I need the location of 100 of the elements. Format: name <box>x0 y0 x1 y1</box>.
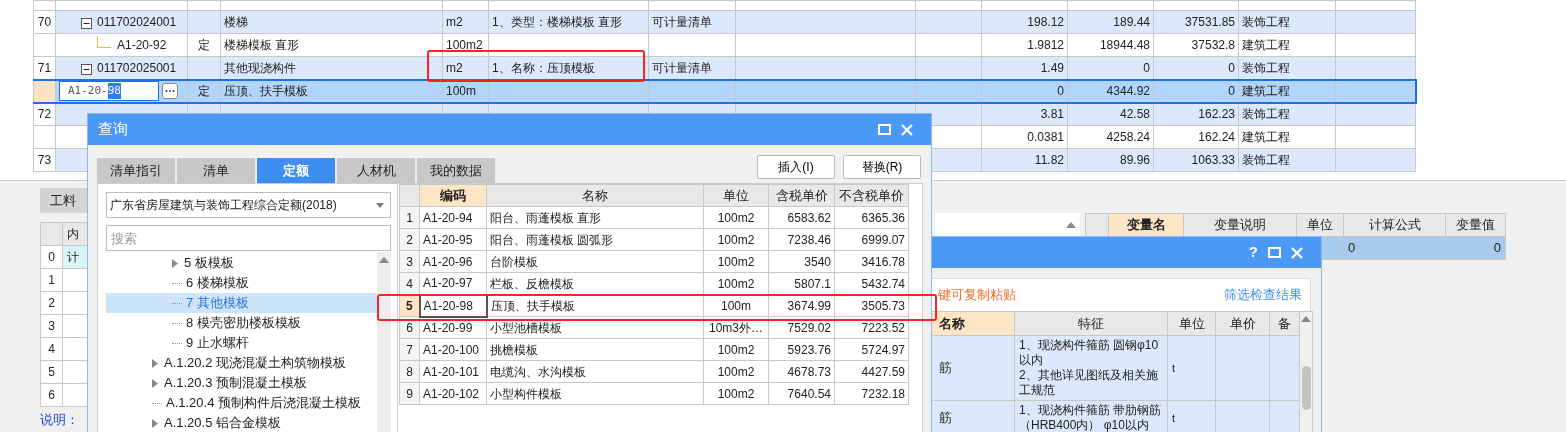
table-cell: 7223.52 <box>834 316 909 339</box>
table-cell: A1-20-96 <box>419 250 487 273</box>
maximize-icon[interactable] <box>878 124 891 135</box>
feature-text: 1、现浇构件箍筋 圆钢φ10以内 <box>1019 338 1160 368</box>
row-number: 6 <box>40 383 63 407</box>
maximize-icon[interactable] <box>1268 247 1281 258</box>
row-number: 3 <box>40 314 63 338</box>
column-header: 特征 <box>1014 311 1168 336</box>
table-cell: 100m2 <box>703 250 769 273</box>
table-cell: 100m2 <box>703 382 769 405</box>
table-cell: 7640.54 <box>768 382 835 405</box>
row-number: 4 <box>399 272 420 295</box>
table-cell: 挑檐模板 <box>486 338 704 361</box>
row-number: 9 <box>399 382 420 405</box>
table-cell: 1、类型：楼梯模板 直形 <box>488 10 649 34</box>
table-cell: 4427.59 <box>834 360 909 383</box>
action-button[interactable]: 插入(I) <box>757 155 835 179</box>
table-cell: 5724.97 <box>834 338 909 361</box>
row-number: 71 <box>33 56 56 80</box>
filter-link[interactable]: 筛选检查结果 <box>1224 285 1302 305</box>
tree-item[interactable]: 6 楼梯模板 <box>186 273 249 293</box>
type-cell: 定 <box>187 79 221 103</box>
scrollbar-thumb[interactable] <box>1301 366 1311 410</box>
row-number: 0 <box>40 245 63 269</box>
column-header: 名称 <box>486 184 704 207</box>
tree-item[interactable]: 5 板模板 <box>184 253 234 273</box>
table-cell: 100m2 <box>703 206 769 229</box>
row-number: 72 <box>33 102 56 126</box>
table-cell: t <box>1167 335 1216 401</box>
table-cell: A1-20-100 <box>419 338 487 361</box>
close-icon[interactable] <box>901 123 913 136</box>
column-header: 计算公式 <box>1343 213 1446 237</box>
row-number: 3 <box>399 250 420 273</box>
expand-icon[interactable] <box>152 378 158 388</box>
code-text: 011702024001 <box>97 15 177 29</box>
expand-icon[interactable] <box>152 418 158 428</box>
table-cell: 4678.73 <box>768 360 835 383</box>
table-cell: 7232.18 <box>834 382 909 405</box>
column-header: 单价 <box>1215 311 1270 336</box>
window-title: 查询 <box>98 119 128 140</box>
table-cell: 7529.02 <box>768 316 835 339</box>
column-header: 变量说明 <box>1183 213 1297 237</box>
table-cell: 100m2 <box>703 338 769 361</box>
scroll-up-icon <box>1301 316 1311 322</box>
table-cell: 6365.36 <box>834 206 909 229</box>
table-cell: A1-20-94 <box>419 206 487 229</box>
table-cell: A1-20-102 <box>419 382 487 405</box>
input-field[interactable]: A1-20-98 <box>59 81 159 101</box>
feature-text: 2、其他详见图纸及相关施工规范 <box>1019 368 1159 398</box>
table-cell: 楼梯模板 直形 <box>220 33 443 57</box>
tab[interactable]: 清单指引 <box>97 158 175 183</box>
more-button[interactable] <box>162 83 178 99</box>
row-number: 2 <box>40 291 63 315</box>
action-button[interactable]: 替换(R) <box>843 155 921 179</box>
table-cell: 0 <box>981 79 1068 103</box>
expand-icon[interactable] <box>152 358 158 368</box>
table-cell: t <box>1167 400 1216 432</box>
table-cell: 其他现浇构件 <box>220 56 443 80</box>
tab[interactable]: 我的数据 <box>417 158 495 183</box>
tree-item[interactable]: A.1.20.4 预制构件后浇混凝土模板 <box>166 393 362 413</box>
table-cell: 电缆沟、水沟模板 <box>486 360 704 383</box>
caret-icon <box>376 202 384 208</box>
library-select[interactable]: 广东省房屋建筑与装饰工程综合定额(2018) <box>106 192 391 218</box>
table-cell: 台阶模板 <box>486 250 704 273</box>
tab[interactable]: 人材机 <box>337 158 415 183</box>
table-cell: 100m2 <box>703 360 769 383</box>
row-number: 8 <box>399 360 420 383</box>
table-cell: 6999.07 <box>834 228 909 251</box>
scroll-up-icon <box>379 257 389 263</box>
tree-item[interactable]: 8 模壳密肋楼板模板 <box>186 313 301 333</box>
table-cell: 建筑工程 <box>1238 79 1336 103</box>
column-header: 含税单价 <box>768 184 835 207</box>
table-cell: 小型构件模板 <box>486 382 704 405</box>
expand-icon[interactable] <box>172 258 178 268</box>
row-number: 7 <box>399 338 420 361</box>
collapse-icon[interactable] <box>81 64 92 76</box>
search-field[interactable]: 搜索 <box>106 225 391 251</box>
tree-item[interactable]: 9 止水螺杆 <box>186 333 249 353</box>
tab[interactable]: 清单 <box>177 158 255 183</box>
table-cell: A1-20-99 <box>419 316 487 339</box>
table-cell: 3540 <box>768 250 835 273</box>
table-cell: 楼梯 <box>220 10 443 34</box>
code-text: 011702025001 <box>97 60 177 75</box>
table-cell: A1-20-101 <box>419 360 487 383</box>
column-header: 变量名 <box>1108 213 1184 237</box>
row-number: 70 <box>33 10 56 34</box>
tree-item[interactable]: A.1.20.5 铝合金模板 <box>164 413 282 432</box>
column-header: 不含税单价 <box>834 184 909 207</box>
close-icon[interactable] <box>1291 246 1303 259</box>
collapse-icon[interactable] <box>81 18 92 30</box>
hint-text: 键可复制粘贴 <box>938 286 1016 305</box>
tree-item[interactable]: A.1.20.2 现浇混凝土构筑物模板 <box>164 353 347 373</box>
feature-text: 1、现浇构件箍筋 带肋钢筋（HRB400内） φ10以内 <box>1019 403 1162 432</box>
row-number: 5 <box>40 360 63 384</box>
column-header: 变量值 <box>1445 213 1506 237</box>
table-cell: 阳台、雨蓬模板 直形 <box>486 206 704 229</box>
column-header: 单位 <box>703 184 769 207</box>
tree-item[interactable]: A.1.20.3 预制混凝土模板 <box>164 373 308 393</box>
scroll-up-icon <box>1066 221 1076 228</box>
row-number: 5 <box>399 294 420 317</box>
